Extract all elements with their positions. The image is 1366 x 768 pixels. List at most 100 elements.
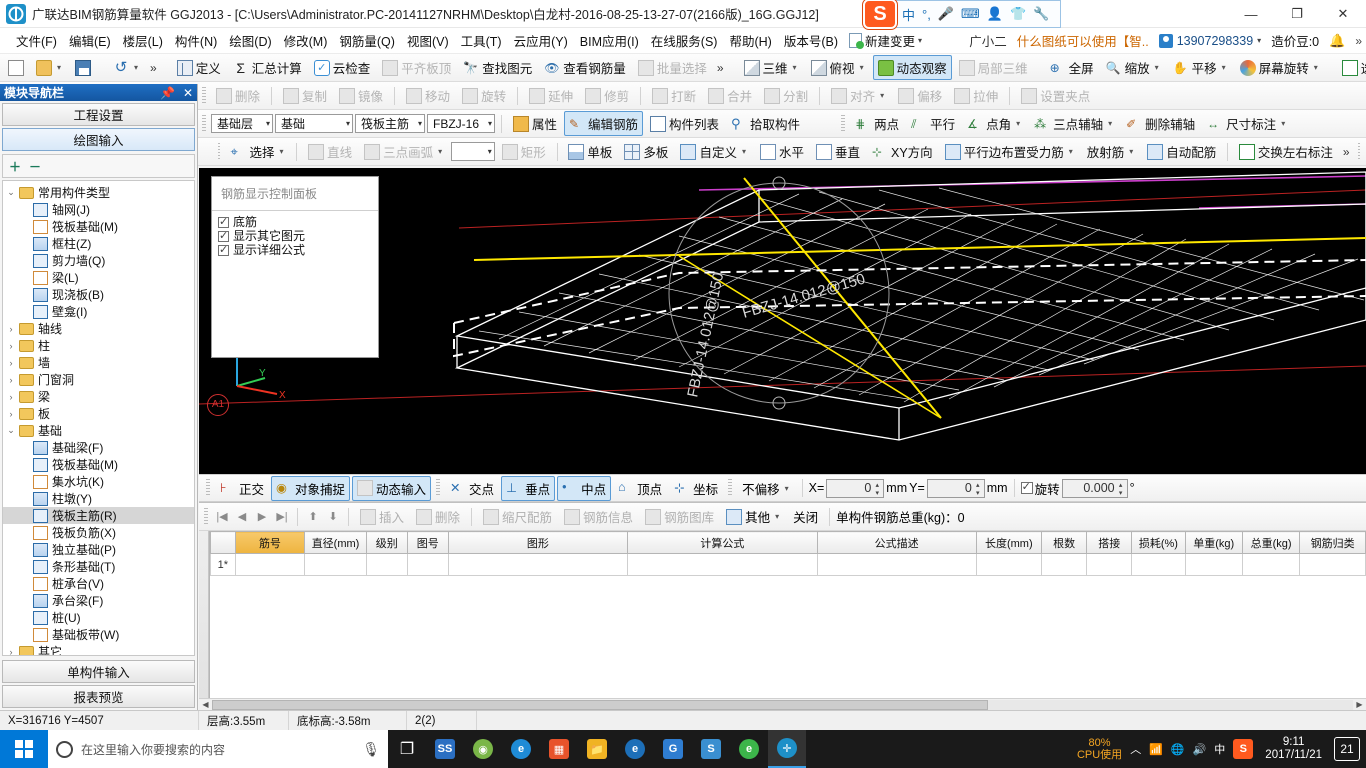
menu-draw[interactable]: 绘图(D) — [223, 28, 277, 53]
other-button[interactable]: 其他▾ — [721, 504, 786, 529]
tree-item[interactable]: 集水坑(K) — [3, 473, 194, 490]
app-icon-ie[interactable]: e — [616, 730, 654, 768]
toolbar4-end-grip[interactable] — [1358, 143, 1360, 161]
account-chevron-down-icon[interactable]: ▾ — [1257, 36, 1261, 45]
rotate-spinner[interactable]: ▴▾ — [1116, 481, 1126, 496]
checkbox-icon[interactable] — [218, 217, 229, 228]
offset-mode-combo[interactable]: 不偏移▾ — [737, 476, 796, 501]
taskbar-clock[interactable]: 9:11 2017/11/21 — [1261, 736, 1326, 762]
tree-item[interactable]: 梁(L) — [3, 269, 194, 286]
pan-button[interactable]: ✋平移▾ — [1168, 55, 1233, 80]
app-icon-edge[interactable]: e — [502, 730, 540, 768]
ortho-toggle[interactable]: ⊦正交 — [215, 476, 269, 501]
offset-mode-chevron-down-icon[interactable]: ▾ — [783, 484, 791, 493]
col-grade[interactable]: 级别 — [366, 532, 407, 554]
tree-item[interactable]: 剪力墙(Q) — [3, 252, 194, 269]
chevron-right-icon[interactable]: › — [3, 375, 19, 385]
fullscreen-button[interactable]: ⊕全屏 — [1045, 55, 1099, 80]
toolbar1-overflow2-icon[interactable]: » — [714, 61, 727, 75]
properties-button[interactable]: 属性 — [508, 111, 562, 136]
col-loss[interactable]: 损耗(%) — [1132, 532, 1185, 554]
break-button[interactable]: 打断 — [647, 83, 701, 108]
app-icon-s[interactable]: S — [692, 730, 730, 768]
scroll-right-icon[interactable]: ▶ — [1353, 700, 1366, 709]
col-formula[interactable]: 计算公式 — [628, 532, 818, 554]
draw-mode-combo[interactable]: ▾ — [451, 142, 495, 161]
auto-rebar-button[interactable]: 自动配筋 — [1142, 139, 1221, 164]
floor-combo[interactable]: 基础层▾ — [211, 114, 273, 133]
chevron-down-icon[interactable]: ⌄ — [3, 187, 19, 198]
checkbox-icon[interactable] — [218, 245, 229, 256]
cell-diameter[interactable] — [305, 554, 366, 576]
app-icon-green[interactable]: e — [730, 730, 768, 768]
tree-folder[interactable]: ›柱 — [3, 337, 194, 354]
ime-skin-icon[interactable]: 👕 — [1010, 6, 1026, 22]
rotate-input[interactable]: 0.000▴▾ — [1062, 479, 1128, 498]
menu-online-service[interactable]: 在线服务(S) — [645, 28, 724, 53]
tree-item[interactable]: 现浇板(B) — [3, 286, 194, 303]
tree-item[interactable]: 筏板主筋(R) — [3, 507, 194, 524]
menu-file[interactable]: 文件(F) — [10, 28, 63, 53]
col-length[interactable]: 长度(mm) — [976, 532, 1042, 554]
view-3d-chevron-down-icon[interactable]: ▾ — [791, 63, 799, 72]
tree-folder[interactable]: ›轴线 — [3, 320, 194, 337]
define-button[interactable]: 定义 — [172, 55, 226, 80]
coordinate-snap-toggle[interactable]: ⊹坐标 — [669, 476, 723, 501]
perpendicular-snap-toggle[interactable]: ⊥垂点 — [501, 476, 555, 501]
select-tool-chevron-down-icon[interactable]: ▾ — [277, 147, 285, 156]
col-figure-no[interactable]: 图号 — [407, 532, 448, 554]
radial-rebar-button[interactable]: 放射筋▾ — [1082, 139, 1141, 164]
x-spinner[interactable]: ▴▾ — [872, 481, 882, 496]
rotate-checkbox[interactable] — [1021, 482, 1033, 494]
component-type-combo[interactable]: 筏板主筋▾ — [355, 114, 425, 133]
align-slab-top-button[interactable]: 平齐板顶 — [377, 55, 456, 80]
tree-item[interactable]: 基础梁(F) — [3, 439, 194, 456]
local-3d-button[interactable]: 局部三维 — [954, 55, 1033, 80]
notification-center-icon[interactable]: 21 — [1334, 737, 1360, 761]
single-component-input-button[interactable]: 单构件输入 — [2, 660, 195, 683]
expand-all-icon[interactable]: ＋ — [9, 158, 21, 175]
move-down-icon[interactable]: ⬇ — [324, 510, 342, 523]
dimension-chevron-down-icon[interactable]: ▾ — [1279, 119, 1287, 128]
toolbar-edit-grip[interactable] — [202, 87, 206, 105]
horizontal-button[interactable]: 水平 — [755, 139, 809, 164]
tree-item[interactable]: 筏板基础(M) — [3, 218, 194, 235]
menu-modify[interactable]: 修改(M) — [278, 28, 334, 53]
tree-folder[interactable]: ›其它 — [3, 643, 194, 656]
snap-toolbar-grip[interactable] — [206, 479, 210, 497]
tree-item[interactable]: 壁龛(I) — [3, 303, 194, 320]
task-view-button[interactable]: ❐ — [388, 730, 426, 768]
app-icon-explorer[interactable]: 📁 — [578, 730, 616, 768]
top-view-button[interactable]: 俯视▾ — [806, 55, 871, 80]
intersection-snap-toggle[interactable]: ✕交点 — [445, 476, 499, 501]
x-input[interactable]: 0▴▾ — [826, 479, 884, 498]
draw-mode-chevron-down-icon[interactable]: ▾ — [482, 147, 492, 156]
delete-row-button[interactable]: 删除 — [411, 504, 465, 529]
app-icon-ggj[interactable]: ✛ — [768, 730, 806, 768]
cell-formula[interactable] — [628, 554, 818, 576]
col-rebar-number[interactable]: 筋号 — [235, 532, 305, 554]
select-floor-button[interactable]: 选择楼层 — [1337, 55, 1366, 80]
project-settings-button[interactable]: 工程设置 — [2, 103, 195, 126]
col-diameter[interactable]: 直径(mm) — [305, 532, 366, 554]
zoom-button[interactable]: 🔍缩放▾ — [1101, 55, 1166, 80]
chevron-right-icon[interactable]: › — [3, 647, 19, 657]
vertical-button[interactable]: 垂直 — [811, 139, 865, 164]
cell-rebar-number[interactable] — [235, 554, 305, 576]
cell-loss[interactable] — [1132, 554, 1185, 576]
cell-total-weight[interactable] — [1242, 554, 1299, 576]
dynamic-input-toggle[interactable]: 动态输入 — [352, 476, 431, 501]
account-phone[interactable]: 13907298339 ▾ — [1159, 34, 1262, 48]
parallel-edge-rebar-button[interactable]: 平行边布置受力筋▾ — [940, 139, 1080, 164]
col-total-weight[interactable]: 总重(kg) — [1242, 532, 1299, 554]
set-grip-button[interactable]: 设置夹点 — [1016, 83, 1095, 108]
rebar-checkbox-detail-formula[interactable]: 显示详细公式 — [218, 243, 372, 257]
tree-item[interactable]: 框柱(Z) — [3, 235, 194, 252]
col-lap[interactable]: 搭接 — [1087, 532, 1132, 554]
ime-user-icon[interactable]: 👤 — [987, 6, 1003, 22]
category-combo[interactable]: 基础▾ — [275, 114, 353, 133]
y-input[interactable]: 0▴▾ — [927, 479, 985, 498]
dimension-button[interactable]: ↔尺寸标注▾ — [1202, 111, 1292, 136]
parallel-axis-button[interactable]: ⫽平行 — [906, 111, 960, 136]
multi-slab-button[interactable]: 多板 — [619, 139, 673, 164]
